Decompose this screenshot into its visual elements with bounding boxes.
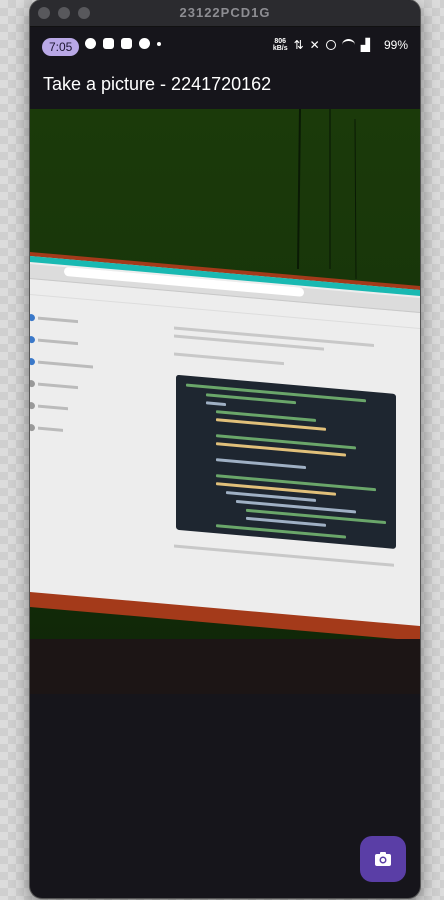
code-block — [176, 374, 396, 549]
window-titlebar: 23122PCD1G — [30, 0, 420, 27]
emulator-window: 23122PCD1G 7:05 806 kB/s ⇅ ✕ ▟ 99% Take … — [30, 0, 420, 898]
alarm-icon — [325, 40, 336, 50]
system-icons: 806 kB/s ⇅ ✕ ▟ 99% — [273, 38, 408, 52]
mute-icon: ✕ — [309, 38, 320, 52]
captured-photo — [30, 109, 420, 694]
network-speed-unit: kB/s — [272, 45, 288, 52]
status-bar: 7:05 806 kB/s ⇅ ✕ ▟ 99% — [30, 36, 420, 58]
sidebar-thumbnail — [30, 306, 108, 445]
desk-surface — [30, 639, 420, 694]
signal-icon: ▟ — [360, 38, 370, 52]
data-transfer-icon: ⇅ — [293, 38, 304, 52]
wifi-icon — [341, 39, 355, 51]
monitor-screen — [30, 255, 420, 627]
whatsapp-icon — [85, 38, 96, 49]
take-picture-button[interactable] — [360, 836, 406, 882]
more-notifications-icon — [157, 41, 161, 46]
youtube-icon — [121, 38, 132, 49]
network-speed: 806 kB/s — [273, 38, 288, 52]
photographed-monitor — [30, 251, 420, 642]
camera-icon — [375, 852, 391, 866]
discord-icon — [103, 38, 114, 49]
network-speed-value: 806 — [274, 38, 287, 45]
window-title: 23122PCD1G — [179, 5, 271, 20]
battery-level: 99% — [383, 38, 408, 52]
reddit-icon — [139, 38, 150, 49]
page-title: Take a picture - 2241720162 — [43, 74, 272, 94]
notification-icons — [85, 38, 161, 49]
status-time: 7:05 — [42, 38, 80, 56]
